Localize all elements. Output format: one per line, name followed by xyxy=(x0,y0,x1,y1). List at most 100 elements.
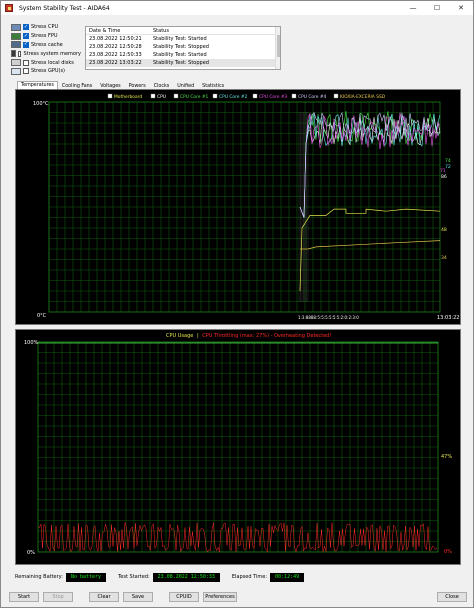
log-status: Stability Test: Started xyxy=(153,36,207,42)
stress-cpu-checkbox[interactable] xyxy=(23,24,29,31)
log-row[interactable]: 23.08.2022 12:50:33 Stability Test: Star… xyxy=(86,51,280,59)
elapsed-time-value: 00:12:49 xyxy=(270,572,305,582)
stress-disks-option[interactable]: Stress local disks xyxy=(11,58,81,67)
stress-gpu-option[interactable]: Stress GPU(s) xyxy=(11,67,81,76)
usage-title-main: CPU Usage xyxy=(166,333,193,339)
temperature-graph[interactable]: Motherboard CPU CPU Core #1 CPU Core #2 CPU … xyxy=(15,89,461,325)
usage-grid xyxy=(37,341,439,553)
sensor-tabs: Temperatures Cooling Fans Voltages Power… xyxy=(17,81,228,89)
stress-cache-checkbox[interactable] xyxy=(23,41,29,48)
log-status: Stability Test: Stopped xyxy=(153,60,209,66)
legend-checkbox xyxy=(107,93,113,99)
temp-y-max-label: 100°C xyxy=(33,101,49,107)
stress-cpu-option[interactable]: Stress CPU xyxy=(11,23,81,32)
remaining-battery-label: Remaining Battery: xyxy=(15,574,63,580)
aida64-window: System Stability Test - AIDA64 — ☐ ✕ Str… xyxy=(0,0,474,608)
stress-memory-checkbox[interactable] xyxy=(17,50,22,57)
maximize-button[interactable]: ☐ xyxy=(425,1,449,15)
tab-clocks[interactable]: Clocks xyxy=(150,82,174,89)
tab-voltages[interactable]: Voltages xyxy=(96,82,125,89)
tab-temperatures[interactable]: Temperatures xyxy=(17,81,58,89)
clear-button[interactable]: Clear xyxy=(89,592,119,602)
stress-options: Stress CPU Stress FPU Stress cache Stres… xyxy=(11,23,81,76)
stress-fpu-checkbox[interactable] xyxy=(23,33,29,40)
temperature-current-value: 71 xyxy=(440,168,446,174)
legend-item-label: CPU Core #1 xyxy=(180,94,209,100)
log-status: Stability Test: Started xyxy=(153,52,207,58)
log-status: Stability Test: Stopped xyxy=(153,44,209,50)
usage-title-separator: | xyxy=(197,333,199,339)
window-controls: — ☐ ✕ xyxy=(401,1,473,15)
event-log[interactable]: Date & Time Status 23.08.2022 12:50:21 S… xyxy=(85,26,281,70)
legend-checkbox xyxy=(333,93,339,99)
temperature-current-value: 72 xyxy=(445,164,451,170)
stress-memory-label: Stress system memory xyxy=(23,50,81,57)
legend-item-label: KIOXIA-EXCERIA SSD xyxy=(340,94,386,100)
close-button[interactable]: Close xyxy=(437,592,467,602)
stress-disks-checkbox[interactable] xyxy=(23,59,29,66)
temperature-current-values: 86 747271 48 34 xyxy=(440,158,451,261)
stop-button[interactable]: Stop xyxy=(43,592,73,602)
temp-x-end-label: 13:03:22 xyxy=(437,315,459,321)
fpu-icon xyxy=(11,32,21,40)
stress-gpu-checkbox[interactable] xyxy=(23,68,29,75)
legend-item-label: CPU xyxy=(157,94,166,100)
tab-statistics[interactable]: Statistics xyxy=(198,82,228,89)
stress-fpu-option[interactable]: Stress FPU xyxy=(11,32,81,41)
log-scrollbar-thumb[interactable] xyxy=(277,35,280,57)
elapsed-time-label: Elapsed Time: xyxy=(231,574,268,580)
log-header-status[interactable]: Status xyxy=(150,28,280,34)
close-window-button[interactable]: ✕ xyxy=(449,1,473,15)
legend-item-label: CPU Core #3 xyxy=(259,94,288,100)
status-bar: Remaining Battery: No battery Test Start… xyxy=(15,571,461,583)
stress-cache-label: Stress cache xyxy=(31,41,63,48)
cpu-usage-graph[interactable]: CPU Usage | CPU Throttling (max: 27%) - … xyxy=(15,329,461,565)
aida64-app-icon xyxy=(5,4,13,12)
temperature-current-value: 34 xyxy=(441,255,447,261)
tab-unified[interactable]: Unified xyxy=(173,82,198,89)
temperature-current-value: 74 xyxy=(445,158,451,164)
start-button[interactable]: Start xyxy=(9,592,39,602)
temp-x-events-label: 1:3:8888:5:5:5:5:5:5:2:0:2:3:0 xyxy=(298,315,359,320)
title-bar[interactable]: System Stability Test - AIDA64 — ☐ ✕ xyxy=(1,1,473,15)
log-time: 23.08.2022 12:50:28 xyxy=(89,44,142,50)
stress-gpu-label: Stress GPU(s) xyxy=(31,68,66,75)
temperature-series xyxy=(298,111,441,302)
log-row[interactable]: 23.08.2022 12:50:28 Stability Test: Stop… xyxy=(86,43,280,51)
stress-disks-label: Stress local disks xyxy=(31,59,74,66)
test-started-label: Test Started: xyxy=(118,574,150,580)
usage-y-max-label: 100% xyxy=(24,340,39,346)
stress-cpu-label: Stress CPU xyxy=(31,24,59,31)
tab-powers[interactable]: Powers xyxy=(125,82,150,89)
remaining-battery-value: No battery xyxy=(65,572,107,582)
gpu-icon xyxy=(11,67,21,75)
cpuid-button[interactable]: CPUID xyxy=(169,592,199,602)
temperature-graph-svg: Motherboard CPU CPU Core #1 CPU Core #2 CPU … xyxy=(33,93,459,321)
memory-icon xyxy=(11,50,16,58)
legend-checkbox xyxy=(252,93,258,99)
throttling-current-value: 0% xyxy=(444,549,452,555)
log-header-datetime[interactable]: Date & Time xyxy=(86,28,150,34)
legend-item-label: CPU Core #2 xyxy=(219,94,248,100)
temperature-current-value: 48 xyxy=(441,227,447,233)
log-row[interactable]: 23.08.2022 12:50:21 Stability Test: Star… xyxy=(86,35,280,43)
button-bar: Start Stop Clear Save CPUID Preferences … xyxy=(9,592,469,603)
temperature-current-value: 86 xyxy=(441,174,447,180)
log-scrollbar[interactable] xyxy=(275,27,280,69)
log-row-selected[interactable]: 23.08.2022 13:03:22 Stability Test: Stop… xyxy=(86,59,280,67)
legend-checkbox xyxy=(150,93,156,99)
temperature-legend: Motherboard CPU CPU Core #1 CPU Core #2 CPU … xyxy=(107,93,386,100)
minimize-button[interactable]: — xyxy=(401,1,425,15)
usage-title: CPU Usage | CPU Throttling (max: 27%) - … xyxy=(166,333,331,339)
preferences-button[interactable]: Preferences xyxy=(203,592,237,602)
cpu-usage-graph-svg: CPU Usage | CPU Throttling (max: 27%) - … xyxy=(24,333,452,556)
save-button[interactable]: Save xyxy=(123,592,153,602)
tab-cooling-fans[interactable]: Cooling Fans xyxy=(58,82,96,89)
stress-memory-option[interactable]: Stress system memory xyxy=(11,49,81,58)
stress-cache-option[interactable]: Stress cache xyxy=(11,41,81,50)
usage-current-value: 47% xyxy=(441,454,452,460)
log-time: 23.08.2022 12:50:21 xyxy=(89,36,142,42)
cpu-icon xyxy=(11,23,21,31)
window-title: System Stability Test - AIDA64 xyxy=(19,4,110,12)
log-time: 23.08.2022 13:03:22 xyxy=(89,60,142,66)
